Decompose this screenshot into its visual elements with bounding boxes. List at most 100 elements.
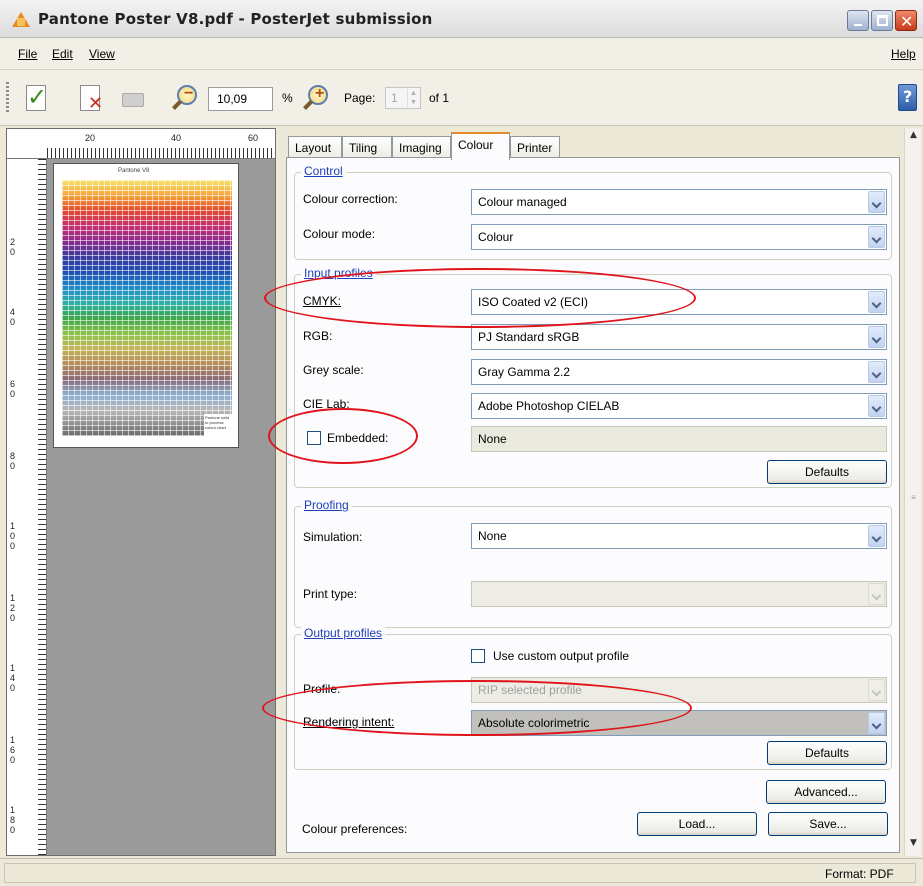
chevron-down-icon[interactable] [868, 361, 885, 383]
cmyk-profile-select[interactable]: ISO Coated v2 (ECI) [471, 289, 887, 315]
ruler-label: 1 2 0 [10, 593, 16, 623]
preview-pane[interactable]: 20 40 60 2 0 4 0 6 0 8 0 1 0 0 1 2 0 1 4… [6, 128, 276, 856]
menu-view[interactable]: View [89, 47, 115, 61]
chevron-down-icon[interactable] [868, 326, 885, 348]
chevron-down-icon[interactable] [868, 395, 885, 417]
colour-swatch-grid [62, 180, 232, 436]
toolbar-grip[interactable] [6, 82, 9, 114]
grey-scale-label: Grey scale: [303, 363, 364, 377]
simulation-label: Simulation: [303, 530, 363, 544]
cie-lab-profile-select[interactable]: Adobe Photoshop CIELAB [471, 393, 887, 419]
chevron-down-icon[interactable] [868, 583, 885, 605]
status-cell [4, 863, 916, 883]
colour-preferences-label: Colour preferences: [302, 822, 408, 836]
page-stepper[interactable]: 1 ▲ ▼ [385, 87, 421, 109]
colour-settings-panel: Control Colour correction: Colour manage… [286, 157, 900, 853]
scroll-up-icon[interactable]: ▲ [907, 130, 920, 144]
profile-label: Profile: [303, 682, 341, 696]
cancel-job-button[interactable]: ✕ [76, 83, 106, 114]
chevron-down-icon[interactable] [868, 191, 885, 213]
page-label: Page: [344, 91, 376, 105]
vertical-scrollbar[interactable]: ▲ ≡ ▼ [904, 128, 921, 856]
rendering-intent-select[interactable]: Absolute colorimetric [471, 710, 887, 736]
chevron-down-icon[interactable] [868, 291, 885, 313]
chevron-down-icon[interactable] [868, 679, 885, 701]
custom-output-profile-checkbox[interactable] [471, 649, 485, 663]
zoom-input[interactable]: 10,09 [208, 87, 273, 111]
input-profiles-group: Input profiles CMYK: ISO Coated v2 (ECI)… [294, 266, 892, 488]
submit-check-icon: ✓ [27, 83, 48, 111]
proofing-group-title: Proofing [301, 498, 352, 512]
title-bar: Pantone Poster V8.pdf - PosterJet submis… [0, 0, 923, 38]
page-value: 1 [391, 91, 398, 105]
embedded-label[interactable]: Embedded: [327, 431, 388, 445]
toolbar: ✓ ✕ − 10,09 % + Page: 1 ▲ ▼ of 1 ? [0, 70, 923, 126]
output-profile-select[interactable]: RIP selected profile [471, 677, 887, 703]
scroll-thumb[interactable]: ≡ [907, 493, 920, 507]
ruler-label: 4 0 [10, 307, 16, 327]
submit-button[interactable]: ✓ [22, 83, 52, 113]
minimize-icon [854, 24, 862, 26]
rgb-profile-value: PJ Standard sRGB [478, 330, 580, 344]
help-button[interactable]: ? [892, 83, 922, 113]
control-group: Control Colour correction: Colour manage… [294, 164, 892, 260]
advanced-button[interactable]: Advanced... [766, 780, 886, 804]
status-format: Format: PDF [825, 867, 894, 881]
menu-help[interactable]: Help [891, 47, 916, 61]
cmyk-label: CMYK: [303, 294, 342, 308]
cancel-x-icon: ✕ [88, 93, 104, 114]
ruler-ticks [47, 148, 275, 158]
colour-correction-value: Colour managed [478, 195, 567, 209]
grey-scale-profile-value: Gray Gamma 2.2 [478, 365, 571, 379]
print-preview-button[interactable] [118, 83, 148, 113]
menu-edit[interactable]: Edit [52, 47, 73, 61]
question-mark-icon: ? [903, 87, 913, 106]
zoom-in-button[interactable]: + [302, 83, 332, 113]
grey-scale-profile-select[interactable]: Gray Gamma 2.2 [471, 359, 887, 385]
tab-imaging[interactable]: Imaging [392, 136, 451, 158]
menu-file[interactable]: File [18, 47, 37, 61]
output-profiles-group: Output profiles Use custom output profil… [294, 626, 892, 770]
magnifier-handle [172, 100, 182, 110]
tab-printer[interactable]: Printer [510, 136, 560, 158]
colour-mode-value: Colour [478, 230, 514, 244]
input-defaults-button[interactable]: Defaults [767, 460, 887, 484]
proofing-group: Proofing Simulation: None Print type: [294, 498, 892, 628]
rgb-label: RGB: [303, 329, 333, 343]
magnifier-handle [303, 100, 313, 110]
cmyk-profile-value: ISO Coated v2 (ECI) [478, 295, 589, 309]
spin-arrows-icon[interactable]: ▲ ▼ [407, 89, 419, 107]
scroll-down-icon[interactable]: ▼ [907, 838, 920, 852]
close-button[interactable]: ✕ [895, 10, 917, 31]
tab-layout[interactable]: Layout [288, 136, 342, 158]
chevron-down-icon[interactable] [868, 712, 885, 734]
colour-correction-label: Colour correction: [303, 192, 398, 206]
chevron-down-icon[interactable] [868, 226, 885, 248]
print-icon [122, 93, 144, 107]
colour-mode-select[interactable]: Colour [471, 224, 887, 250]
colour-mode-label: Colour mode: [303, 227, 376, 241]
cie-lab-profile-value: Adobe Photoshop CIELAB [478, 399, 620, 413]
close-icon: ✕ [900, 12, 914, 31]
tab-tiling[interactable]: Tiling [342, 136, 392, 158]
cie-lab-label: CIE Lab: [303, 397, 350, 411]
output-defaults-button[interactable]: Defaults [767, 741, 887, 765]
ruler-label: 2 0 [10, 237, 16, 257]
simulation-select[interactable]: None [471, 523, 887, 549]
load-preferences-button[interactable]: Load... [637, 812, 757, 836]
tab-colour[interactable]: Colour [451, 132, 510, 160]
maximize-button[interactable] [871, 10, 893, 31]
embedded-checkbox[interactable] [307, 431, 321, 445]
chevron-down-icon[interactable] [868, 525, 885, 547]
print-type-select[interactable] [471, 581, 887, 607]
rgb-profile-select[interactable]: PJ Standard sRGB [471, 324, 887, 350]
minimize-button[interactable] [847, 10, 869, 31]
ruler-label: 1 6 0 [10, 735, 16, 765]
custom-output-profile-label[interactable]: Use custom output profile [493, 649, 629, 663]
control-group-title: Control [301, 164, 346, 178]
input-profiles-group-title: Input profiles [301, 266, 376, 280]
zoom-out-button[interactable]: − [171, 83, 201, 113]
save-preferences-button[interactable]: Save... [768, 812, 888, 836]
colour-correction-select[interactable]: Colour managed [471, 189, 887, 215]
posterjet-app-icon [12, 12, 30, 27]
